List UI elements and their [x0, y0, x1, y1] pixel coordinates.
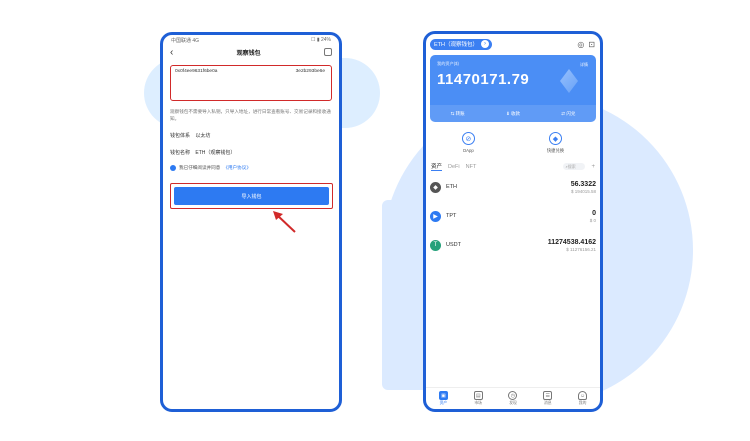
dapp-button[interactable]: ⊘ DApp [461, 132, 475, 154]
asset-amount: 56.3322 [570, 180, 596, 188]
asset-row-tpt[interactable]: ▶ TPT 0 $ 0 [426, 203, 600, 229]
back-icon[interactable]: ‹ [170, 47, 173, 58]
nav-label: 消息 [543, 401, 552, 405]
quick-links: ⊘ DApp ◆ 快捷兑换 [426, 132, 600, 154]
asset-amount: 0 [592, 209, 596, 217]
receive-label: 收款 [511, 110, 520, 116]
scan-icon[interactable] [323, 48, 332, 56]
asset-name: USDT [446, 242, 461, 248]
agreement-row: 我已仔细阅读并同意 《用户协议》 [170, 165, 332, 171]
nav-label: 市场 [474, 401, 482, 405]
user-icon: ☺ [578, 391, 588, 400]
wallet-system-label: 钱包体系 [170, 133, 191, 139]
phone-observe-wallet: 中国联通 4G ☐ ▮ 24% ‹ 观察钱包 0x0f4ee9631f6be0a… [160, 32, 342, 412]
add-token-button[interactable]: + [591, 164, 595, 170]
search-placeholder: 搜索 [567, 163, 576, 169]
dapp-label: DApp [463, 148, 474, 153]
nav-assets[interactable]: ▣ 资产 [438, 391, 448, 406]
compass-icon: ⊘ [461, 132, 475, 145]
wallet-system-row[interactable]: 钱包体系 以太坊 [170, 132, 332, 139]
tab-assets[interactable]: 资产 [431, 162, 443, 171]
search-input[interactable]: ⌕ 搜索 [563, 163, 586, 170]
transfer-button[interactable]: ⇆ 转账 [451, 111, 465, 117]
asset-amount: 11274538.4162 [547, 238, 596, 246]
asset-usd: $ 11276156.21 [566, 246, 596, 252]
header: ‹ 观察钱包 [163, 45, 339, 59]
import-wallet-button[interactable]: 导入钱包 [174, 187, 329, 205]
nav-label: 发现 [509, 401, 517, 405]
balance-label: 我的资产($) [437, 61, 459, 66]
balance-card[interactable]: 我的资产($) 11470171.79 详情 ⇆ 转账 ⬇ 收款 ⇄ 闪兑 [430, 55, 596, 122]
wallet-system-value: 以太坊 [195, 133, 211, 139]
bottom-nav: ▣ 资产 ▤ 市场 ◷ 发现 ☰ 消息 ☺ 我的 [426, 387, 600, 409]
page-title: 观察钱包 [236, 50, 261, 57]
chevron-right-icon: › [481, 40, 490, 48]
asset-name: ETH [446, 184, 457, 190]
address-start: 0x0f4ee9631f6be0a [175, 69, 218, 74]
import-highlight: 导入钱包 [170, 183, 333, 209]
asset-row-usdt[interactable]: T USDT 11274538.4162 $ 11276156.21 [426, 232, 600, 258]
hint-text: 观察钱包不需要导入私钥，只导入地址，进行日常查看账号、交易记录和接收通知。 [170, 109, 331, 121]
tab-nft[interactable]: NFT [466, 164, 477, 170]
wallet-name-row[interactable]: 钱包名称 ETH（观察钱包） [170, 149, 332, 156]
user-agreement-link[interactable]: 《用户协议》 [223, 165, 251, 171]
pointer-arrow-icon [273, 211, 296, 233]
swap-label: 闪兑 [566, 110, 576, 116]
wallet-name-label: 钱包名称 [170, 150, 191, 156]
phone-wallet-home: ETH（观察钱包） › ◎ ⊡ 我的资产($) 11470171.79 详情 ⇆… [423, 31, 603, 412]
nav-profile[interactable]: ☺ 我的 [578, 391, 588, 406]
wallet-name: ETH（观察钱包） [434, 42, 479, 48]
camera-icon[interactable]: ◎ [577, 40, 584, 49]
receive-button[interactable]: ⬇ 收款 [506, 111, 520, 117]
chart-icon: ▤ [473, 391, 483, 400]
tpt-coin-icon: ▶ [430, 210, 441, 222]
usdt-coin-icon: T [430, 239, 441, 251]
compass-icon: ◷ [508, 391, 518, 400]
stage: 中国联通 4G ☐ ▮ 24% ‹ 观察钱包 0x0f4ee9631f6be0a… [0, 0, 750, 441]
address-input[interactable]: 0x0f4ee9631f6be0a 3e2b293be6e [170, 65, 332, 101]
eth-icon: ◆ [548, 132, 562, 145]
nav-messages[interactable]: ☰ 消息 [543, 391, 553, 406]
message-icon: ☰ [543, 391, 553, 400]
quick-swap-label: 快捷兑换 [546, 148, 565, 153]
agree-checkbox[interactable] [170, 165, 176, 171]
asset-row-eth[interactable]: ◆ ETH 56.3322 $ 194015.58 [426, 174, 600, 200]
agree-text: 我已仔细阅读并同意 [179, 165, 221, 170]
asset-usd: $ 194015.58 [570, 188, 596, 194]
swap-button[interactable]: ⇄ 闪兑 [561, 111, 575, 117]
nav-market[interactable]: ▤ 市场 [473, 391, 483, 406]
quick-swap-button[interactable]: ◆ 快捷兑换 [547, 132, 564, 154]
asset-tabs: 资产 DeFi NFT ⌕ 搜索 + [426, 154, 600, 171]
nav-label: 资产 [439, 401, 448, 405]
status-right: ☐ ▮ 24% [310, 37, 331, 43]
card-detail-link[interactable]: 详情 [580, 62, 588, 68]
status-left: 中国联通 4G [171, 37, 200, 44]
wallet-topbar: ETH（观察钱包） › ◎ ⊡ [426, 34, 600, 54]
nav-label: 我的 [578, 401, 587, 405]
card-actions: ⇆ 转账 ⬇ 收款 ⇄ 闪兑 [430, 105, 596, 122]
status-bar: 中国联通 4G ☐ ▮ 24% [163, 35, 339, 45]
transfer-label: 转账 [455, 110, 465, 116]
scan-icon[interactable]: ⊡ [588, 40, 595, 49]
wallet-icon: ▣ [438, 391, 448, 400]
nav-discover[interactable]: ◷ 发现 [508, 391, 518, 406]
wallet-switcher[interactable]: ETH（观察钱包） › [430, 38, 493, 50]
eth-coin-icon: ◆ [430, 181, 441, 193]
asset-usd: $ 0 [589, 217, 596, 223]
address-end: 3e2b293be6e [295, 69, 325, 74]
tab-defi[interactable]: DeFi [448, 164, 460, 170]
wallet-name-value: ETH（观察钱包） [195, 150, 236, 156]
asset-name: TPT [446, 213, 457, 219]
